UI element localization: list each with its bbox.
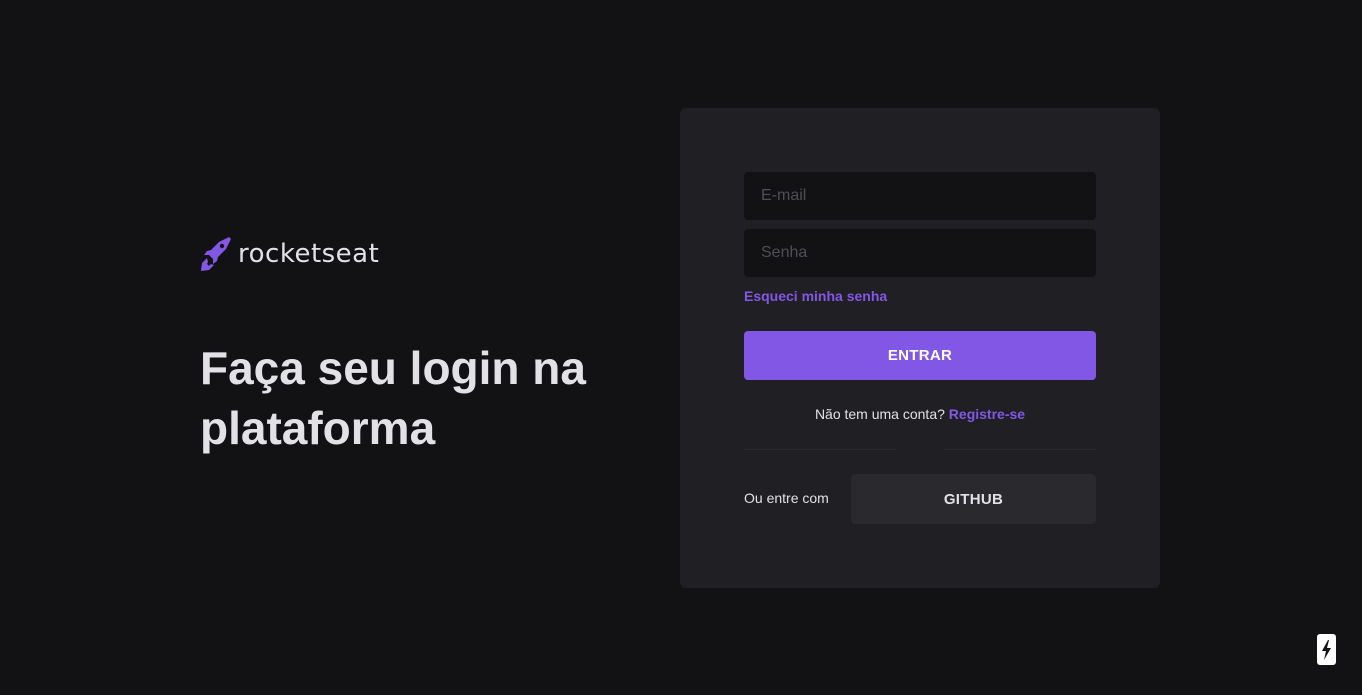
github-login-button[interactable]: GITHUB bbox=[851, 474, 1096, 524]
divider-right bbox=[944, 449, 1096, 450]
divider-left bbox=[744, 449, 896, 450]
rocket-icon bbox=[201, 237, 231, 271]
email-input[interactable] bbox=[744, 172, 1096, 220]
lightning-icon bbox=[1322, 639, 1331, 660]
brand-wordmark: rocketseat bbox=[238, 239, 380, 269]
forgot-password-link[interactable]: Esqueci minha senha bbox=[744, 288, 887, 304]
password-input[interactable] bbox=[744, 229, 1096, 277]
alt-login-label: Ou entre com bbox=[744, 490, 829, 506]
login-button[interactable]: ENTRAR bbox=[744, 331, 1096, 380]
dev-indicator-badge[interactable] bbox=[1317, 634, 1336, 665]
no-account-text: Não tem uma conta? bbox=[814, 406, 945, 422]
signup-prompt: Não tem uma conta? Registre-se bbox=[744, 406, 1096, 422]
brand-logo: rocketseat bbox=[200, 236, 379, 272]
register-link[interactable]: Registre-se bbox=[949, 406, 1025, 422]
page-headline: Faça seu login na plataforma bbox=[200, 342, 586, 454]
login-page: rocketseat Faça seu login na plataforma … bbox=[0, 0, 1362, 695]
login-card: Esqueci minha senha ENTRAR Não tem uma c… bbox=[680, 108, 1160, 588]
